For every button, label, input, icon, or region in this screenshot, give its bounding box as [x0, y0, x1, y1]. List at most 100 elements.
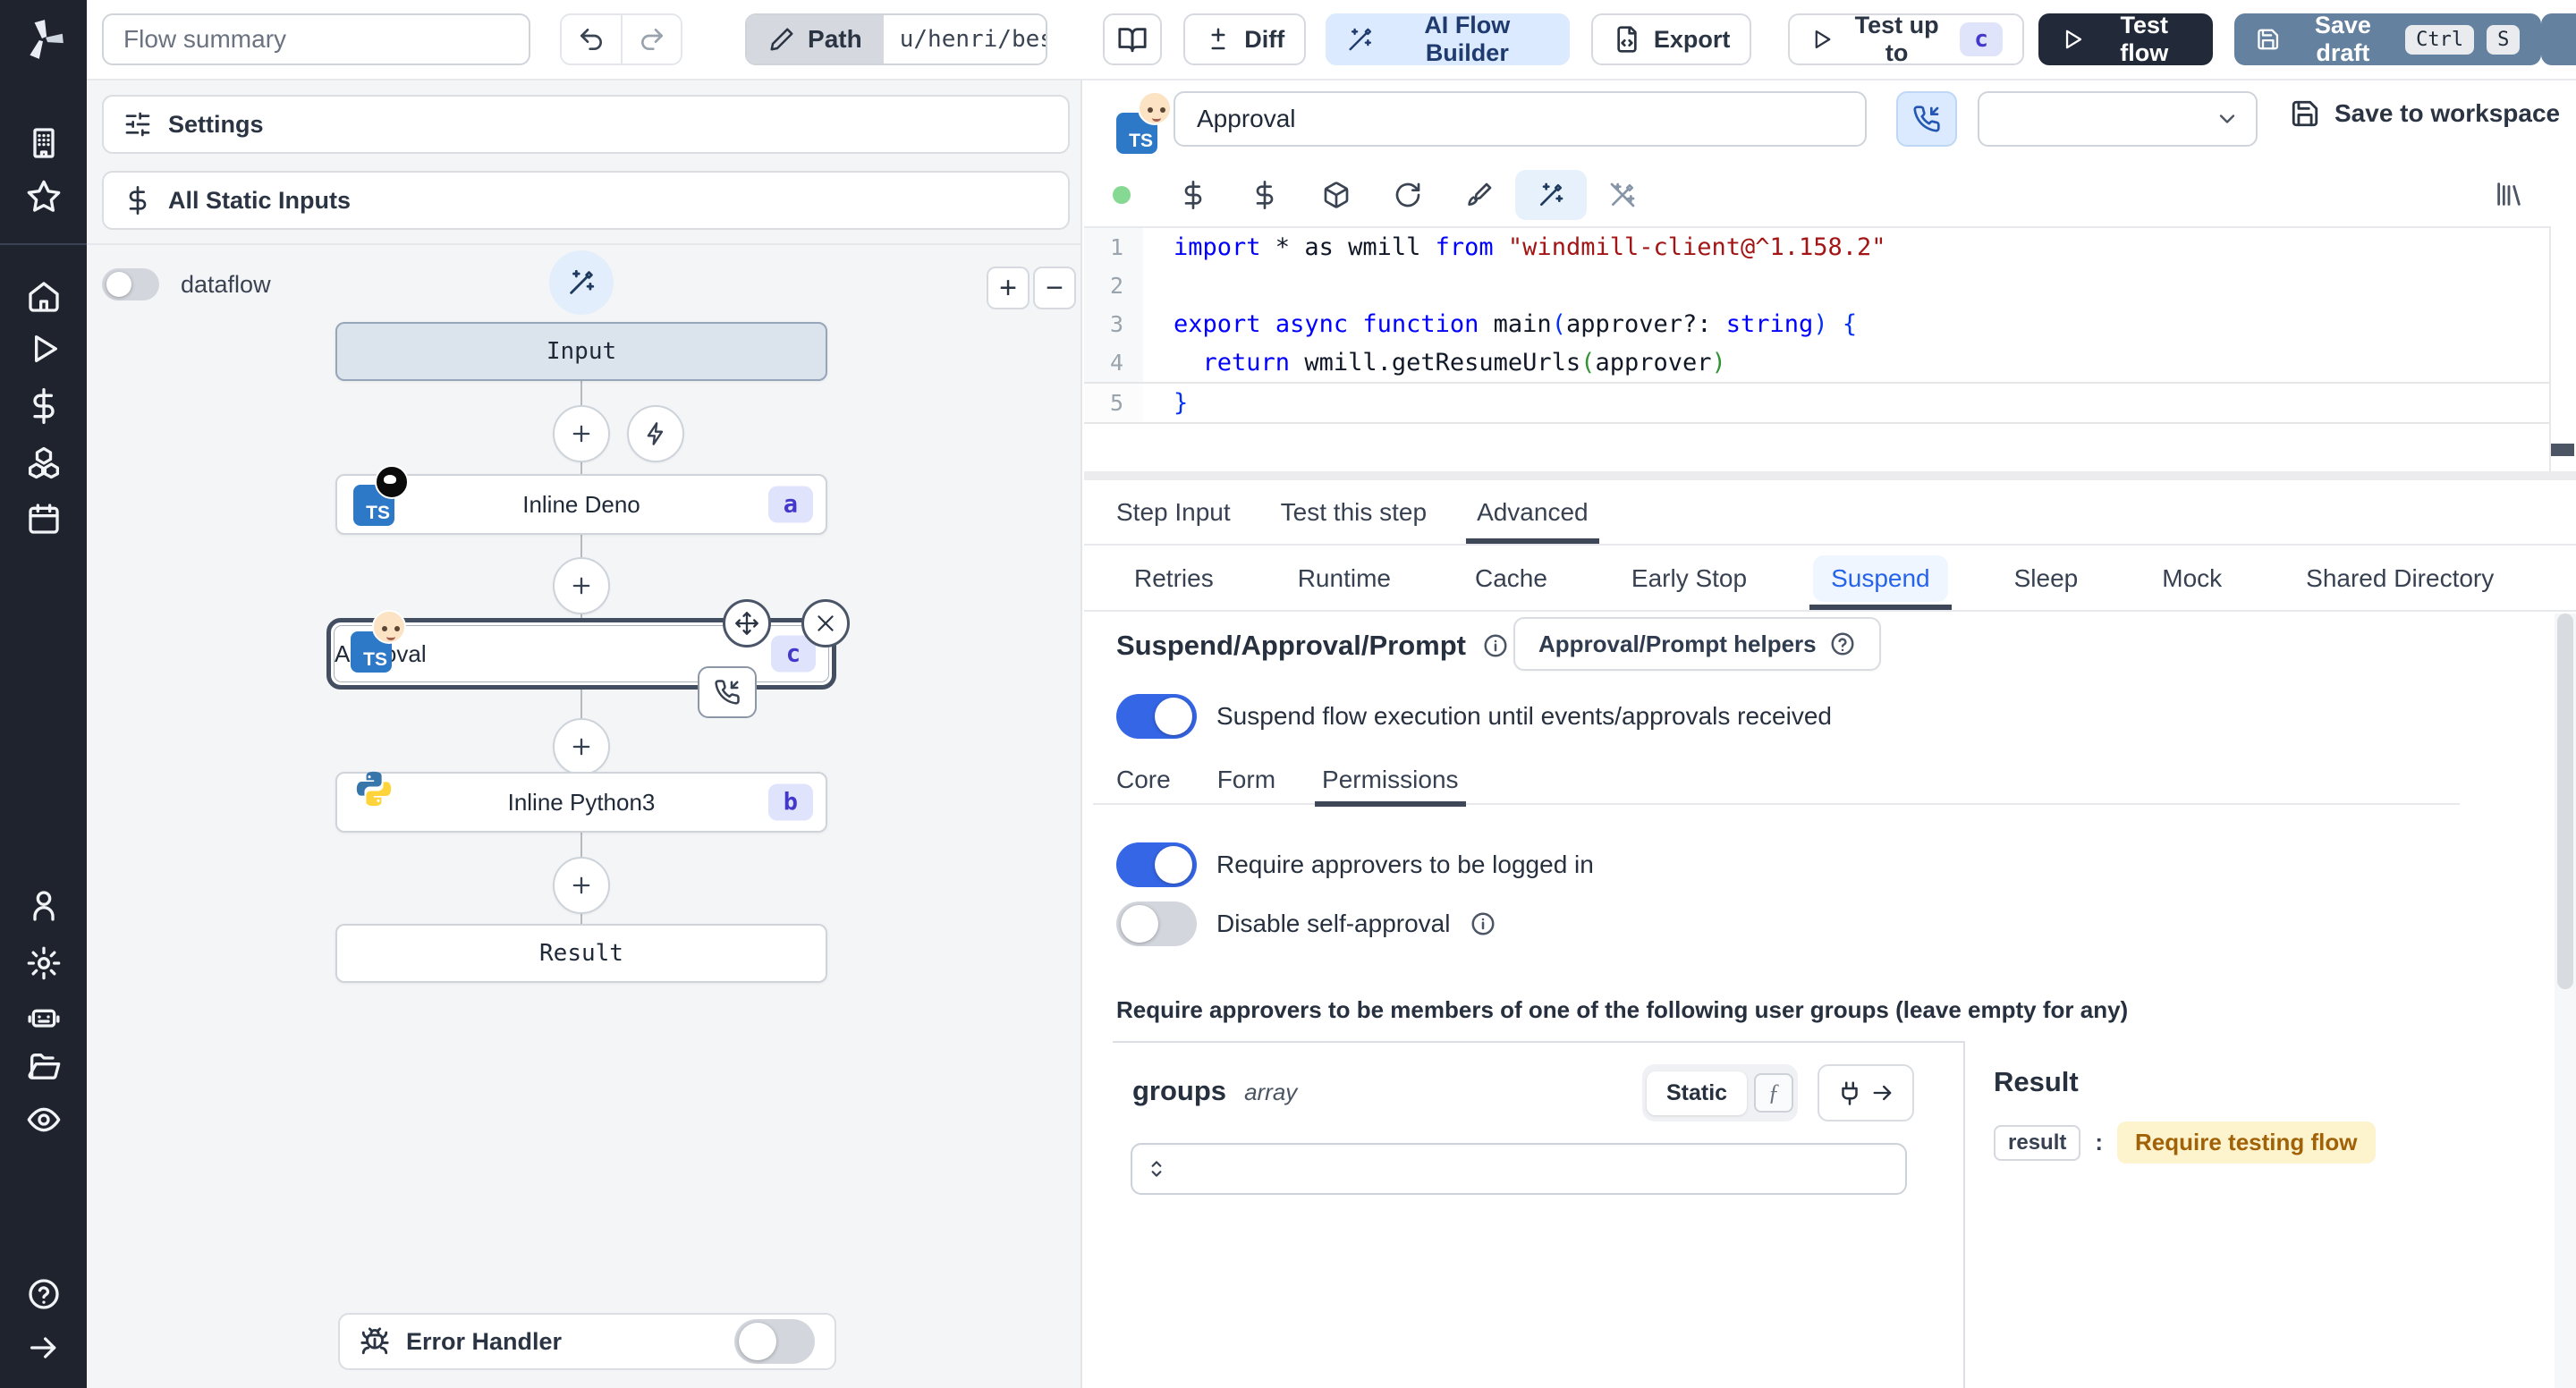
- schedules-calendar-icon[interactable]: [26, 501, 62, 537]
- library-icon[interactable]: [2494, 179, 2524, 209]
- step-name-input[interactable]: [1174, 91, 1867, 147]
- export-button[interactable]: Export: [1590, 13, 1752, 65]
- save-draft-button[interactable]: Save draft Ctrl S: [2234, 12, 2542, 66]
- tab-test-this-step[interactable]: Test this step: [1281, 480, 1427, 544]
- zoom-in-button[interactable]: +: [987, 267, 1030, 309]
- variables-dollar-icon[interactable]: [26, 388, 62, 424]
- tab-step-input[interactable]: Step Input: [1116, 480, 1231, 544]
- tab-advanced[interactable]: Advanced: [1466, 480, 1599, 544]
- ai-wand-off-button[interactable]: [1587, 170, 1658, 220]
- flow-node-result[interactable]: Result: [335, 924, 827, 983]
- require-login-toggle[interactable]: [1116, 842, 1197, 887]
- tab-runtime[interactable]: Runtime: [1280, 547, 1409, 610]
- test-flow-button[interactable]: Test flow: [2038, 12, 2214, 66]
- runs-play-icon[interactable]: [26, 331, 62, 367]
- disable-self-approval-toggle[interactable]: [1116, 901, 1197, 946]
- flow-summary-input[interactable]: [102, 13, 530, 65]
- code-line[interactable]: 4 return wmill.getResumeUrls(approver): [1084, 343, 2576, 382]
- editor-minimap[interactable]: [2549, 226, 2576, 471]
- content-scrollbar[interactable]: [2555, 614, 2576, 1388]
- code-line[interactable]: 3 export async function main(approver?: s…: [1084, 305, 2576, 343]
- flow-node-input[interactable]: Input: [335, 322, 827, 381]
- users-icon[interactable]: [26, 888, 62, 924]
- code-editor[interactable]: 1 import * as wmill from "windmill-client…: [1084, 226, 2576, 471]
- tab-core[interactable]: Core: [1116, 755, 1171, 805]
- workers-robot-icon[interactable]: [26, 999, 62, 1035]
- code-line[interactable]: 1 import * as wmill from "windmill-client…: [1084, 228, 2576, 267]
- move-node-button[interactable]: [723, 599, 771, 647]
- flow-settings-row[interactable]: Settings: [102, 95, 1070, 154]
- workspace-building-icon[interactable]: [26, 125, 62, 161]
- reload-button[interactable]: [1372, 170, 1444, 220]
- code-line[interactable]: 5}: [1084, 382, 2576, 424]
- assets-dollar-button[interactable]: [1157, 170, 1229, 220]
- favorites-star-icon[interactable]: [26, 179, 62, 215]
- path-value[interactable]: u/henri/bes: [883, 15, 1046, 63]
- dataflow-toggle[interactable]: [102, 268, 159, 300]
- test-up-to-button[interactable]: Test up to c: [1788, 12, 2024, 66]
- flow-node-inline-python[interactable]: Inline Python3 b: [335, 771, 827, 833]
- package-button[interactable]: [1301, 170, 1372, 220]
- baby-emoji-icon: [372, 610, 406, 644]
- add-step-button[interactable]: [553, 857, 610, 914]
- windmill-logo-icon[interactable]: [21, 16, 67, 63]
- connect-input-button[interactable]: [1818, 1064, 1914, 1121]
- home-icon[interactable]: [26, 279, 62, 315]
- zoom-out-button[interactable]: −: [1033, 267, 1076, 309]
- dataflow-toggle-row: dataflow: [102, 268, 271, 300]
- tab-cache[interactable]: Cache: [1457, 547, 1565, 610]
- info-icon[interactable]: [1470, 910, 1496, 937]
- tab-suspend[interactable]: Suspend: [1809, 547, 1952, 610]
- settings-gear-icon[interactable]: [26, 945, 62, 981]
- groups-array-input[interactable]: [1131, 1143, 1907, 1195]
- delete-node-button[interactable]: [801, 599, 850, 647]
- tab-shared-directory[interactable]: Shared Directory: [2288, 547, 2512, 610]
- add-trigger-bolt-button[interactable]: [627, 405, 684, 462]
- code-line[interactable]: 2: [1084, 267, 2576, 305]
- tab-form[interactable]: Form: [1217, 755, 1275, 805]
- result-key-badge[interactable]: result: [1994, 1124, 2081, 1161]
- path-button[interactable]: Path: [747, 15, 884, 63]
- diff-button[interactable]: Diff: [1183, 13, 1307, 65]
- scrollbar-thumb[interactable]: [2557, 614, 2573, 989]
- panel-splitter[interactable]: [1084, 471, 2576, 480]
- help-circle-icon[interactable]: [26, 1276, 62, 1312]
- all-static-inputs-row[interactable]: All Static Inputs: [102, 171, 1070, 230]
- phone-incoming-icon: [1913, 106, 1940, 132]
- add-step-button[interactable]: [553, 718, 610, 775]
- deploy-button-partial[interactable]: [2541, 13, 2576, 65]
- tab-sleep[interactable]: Sleep: [1996, 547, 2097, 610]
- save-to-workspace-button[interactable]: Save to workspace: [2290, 98, 2560, 129]
- tab-retries[interactable]: Retries: [1116, 547, 1232, 610]
- expand-arrow-icon[interactable]: [26, 1330, 62, 1366]
- static-mode-button[interactable]: Static: [1647, 1071, 1748, 1115]
- resources-cubes-icon[interactable]: [26, 444, 62, 479]
- tab-mock[interactable]: Mock: [2144, 547, 2240, 610]
- suspend-enable-toggle[interactable]: [1116, 694, 1197, 739]
- tab-early-stop[interactable]: Early Stop: [1614, 547, 1765, 610]
- worker-tag-select[interactable]: [1978, 91, 2258, 147]
- error-handler-toggle[interactable]: [734, 1319, 815, 1364]
- path-control[interactable]: Path u/henri/bes: [745, 13, 1048, 65]
- redo-button[interactable]: [621, 15, 682, 63]
- ai-assistant-wand-button[interactable]: [1515, 170, 1587, 220]
- tab-permissions[interactable]: Permissions: [1315, 755, 1467, 807]
- docs-button[interactable]: [1103, 13, 1163, 65]
- error-handler-row[interactable]: Error Handler: [338, 1313, 836, 1370]
- approval-phone-incoming-badge[interactable]: [698, 666, 757, 718]
- add-step-button[interactable]: [553, 405, 610, 462]
- variables-dollar-button[interactable]: [1229, 170, 1301, 220]
- approval-phone-button[interactable]: [1896, 91, 1957, 147]
- approval-prompt-helpers-button[interactable]: Approval/Prompt helpers: [1513, 617, 1881, 671]
- folders-icon[interactable]: [26, 1049, 62, 1085]
- audit-eye-icon[interactable]: [26, 1102, 62, 1138]
- info-icon[interactable]: [1482, 632, 1509, 659]
- format-brush-button[interactable]: [1444, 170, 1515, 220]
- ai-flow-builder-button[interactable]: AI Flow Builder: [1326, 12, 1570, 66]
- undo-button[interactable]: [561, 15, 622, 63]
- ai-graph-wand-button[interactable]: [549, 250, 614, 315]
- flow-node-inline-deno[interactable]: TS Inline Deno a: [335, 465, 827, 535]
- expression-mode-button[interactable]: ƒ: [1754, 1073, 1794, 1113]
- add-step-button[interactable]: [553, 557, 610, 614]
- code-token: import: [1174, 233, 1261, 261]
